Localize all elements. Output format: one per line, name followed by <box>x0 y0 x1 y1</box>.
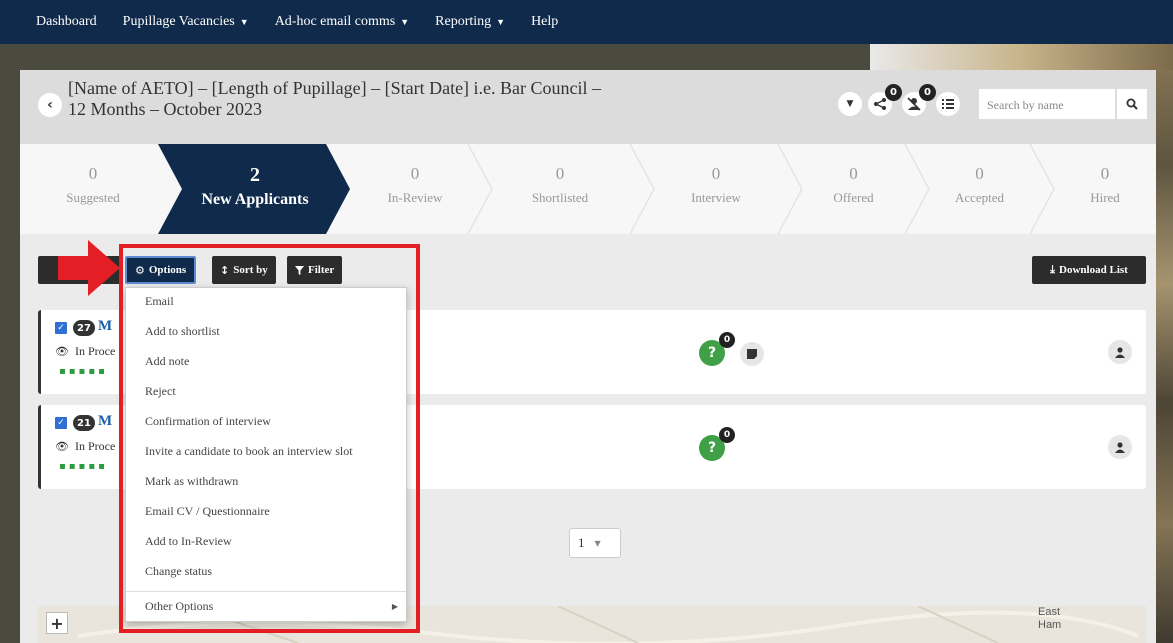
stage-accepted[interactable]: 0 Accepted <box>929 144 1030 234</box>
question-count-badge: 0 <box>719 427 735 443</box>
page-select[interactable]: 1 ▼ <box>569 528 621 558</box>
stage-count: 0 <box>711 164 721 183</box>
annotation-highlight-box <box>119 244 420 633</box>
row-checkbox[interactable]: ✓ <box>55 322 67 334</box>
rejected-users-button[interactable]: 0 <box>902 84 936 116</box>
share-count-badge: 0 <box>885 84 902 101</box>
caret-down-icon: ▼ <box>400 17 410 27</box>
profile-button[interactable] <box>1108 435 1132 459</box>
nav-label: Pupillage Vacancies <box>122 14 235 29</box>
stage-in-review[interactable]: 0 In-Review <box>350 144 480 234</box>
caret-down-icon: ▼ <box>594 538 601 548</box>
map-place-label: East Ham <box>1038 606 1061 632</box>
eye-icon: 👁 <box>55 440 69 453</box>
nav-dashboard[interactable]: Dashboard <box>36 14 97 30</box>
stage-new-applicants[interactable]: 2 New Applicants <box>180 144 330 234</box>
stage-offered[interactable]: 0 Offered <box>802 144 905 234</box>
question-count-badge: 0 <box>719 332 735 348</box>
nav-label: Dashboard <box>36 14 97 29</box>
questionnaire-button[interactable]: ? 0 <box>699 332 735 366</box>
stage-count: 0 <box>1100 164 1110 183</box>
row-checkbox[interactable]: ✓ <box>55 417 67 429</box>
nav-help[interactable]: Help <box>531 14 558 30</box>
annotation-arrow-icon <box>58 240 120 296</box>
stage-pipeline: 0 Suggested 2 New Applicants 0 In-Review 0 S… <box>20 144 1156 234</box>
map-label-line: Ham <box>1038 619 1062 631</box>
back-button[interactable]: ‹ <box>38 93 62 117</box>
stage-label: Suggested <box>66 190 120 205</box>
stage-label: Interview <box>691 190 741 205</box>
download-icon: ⤓ <box>1050 263 1056 276</box>
nav-label: Help <box>531 14 559 29</box>
search-input[interactable]: Search by name <box>978 88 1116 120</box>
status-text: In Proce <box>74 344 116 358</box>
page-title: [Name of AETO] – [Length of Pupillage] –… <box>68 78 602 119</box>
page-number: 1 <box>578 535 585 550</box>
top-navbar: Dashboard Pupillage Vacancies ▼ Ad-hoc em… <box>0 0 1173 44</box>
stage-count: 0 <box>975 164 984 183</box>
share-button[interactable]: 0 <box>868 84 902 116</box>
stage-label: Accepted <box>954 190 1005 205</box>
map-label-line: East <box>1038 606 1061 618</box>
zoom-in-button[interactable]: + <box>46 612 68 634</box>
status-text: In Proce <box>74 439 116 453</box>
stage-count: 0 <box>849 164 858 183</box>
stage-hired[interactable]: 0 Hired <box>1054 144 1156 234</box>
nav-label: Ad-hoc email comms <box>274 14 396 29</box>
applicant-number-badge: 27 <box>73 320 95 336</box>
stage-count: 2 <box>250 164 260 186</box>
rejected-count-badge: 0 <box>919 84 936 101</box>
stage-count: 0 <box>555 164 565 183</box>
nav-reporting[interactable]: Reporting ▼ <box>435 14 505 30</box>
stage-count: 0 <box>410 164 420 183</box>
stage-label: In-Review <box>387 190 443 205</box>
nav-adhoc-email[interactable]: Ad-hoc email comms ▼ <box>275 14 409 30</box>
nav-pupillage-vacancies[interactable]: Pupillage Vacancies ▼ <box>123 14 249 30</box>
note-icon <box>747 349 757 359</box>
caret-down-icon: ▼ <box>239 17 249 27</box>
nav-label: Reporting <box>435 14 492 29</box>
stage-label: New Applicants <box>201 191 309 208</box>
applicant-status: 👁 In Proce <box>55 344 115 359</box>
stage-interview[interactable]: 0 Interview <box>654 144 778 234</box>
progress-dots: ▪▪▪▪▪ <box>59 366 108 377</box>
stage-shortlisted[interactable]: 0 Shortlisted <box>490 144 630 234</box>
questionnaire-button[interactable]: ? 0 <box>699 427 735 461</box>
applicant-name[interactable]: M <box>98 318 112 335</box>
eye-icon: 👁 <box>55 345 69 358</box>
stage-count: 0 <box>88 164 98 183</box>
applicant-number-badge: 21 <box>73 415 95 431</box>
vacancy-header: ‹ [Name of AETO] – [Length of Pupillage]… <box>20 70 1156 144</box>
stage-label: Offered <box>833 190 874 205</box>
applicant-name[interactable]: M <box>98 413 112 430</box>
note-button[interactable] <box>740 342 764 366</box>
background-photo-top <box>870 44 1173 70</box>
search-button[interactable] <box>1116 88 1148 120</box>
stage-suggested[interactable]: 0 Suggested <box>38 144 148 234</box>
list-view-button[interactable] <box>936 92 960 116</box>
more-dropdown-button[interactable]: ▼ <box>838 92 862 116</box>
share-icon <box>874 98 886 110</box>
download-label: Download List <box>1059 264 1128 276</box>
stage-label: Hired <box>1090 190 1120 205</box>
applicant-status: 👁 In Proce <box>55 439 115 454</box>
caret-down-icon: ▼ <box>496 17 506 27</box>
stage-label: Shortlisted <box>531 190 589 205</box>
progress-dots: ▪▪▪▪▪ <box>59 461 108 472</box>
user-slash-icon <box>907 97 921 111</box>
user-icon <box>1115 346 1125 358</box>
profile-button[interactable] <box>1108 340 1132 364</box>
caret-down-icon: ▼ <box>846 99 854 109</box>
download-list-button[interactable]: ⤓ Download List <box>1032 256 1146 284</box>
list-icon <box>942 99 954 109</box>
user-icon <box>1115 441 1125 453</box>
chevron-left-icon: ‹ <box>47 97 53 113</box>
search-icon <box>1126 98 1138 110</box>
